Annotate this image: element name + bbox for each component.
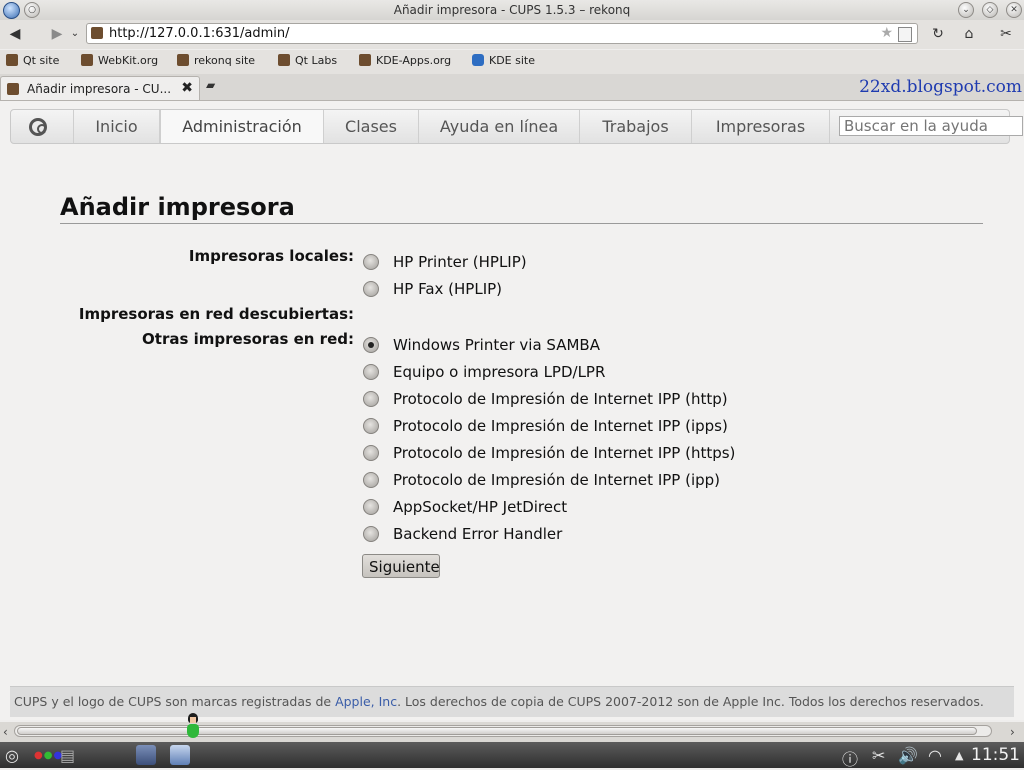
taskbar-window-icon[interactable] [136,745,156,765]
kde-icon [472,54,484,66]
help-search-input[interactable] [839,116,1023,136]
cups-logo-icon [29,118,47,136]
close-window-icon[interactable]: ✕ [1006,2,1022,18]
application-launcher-icon[interactable]: ◎ [5,746,19,765]
taskbar-rekonq-icon[interactable] [170,745,190,765]
bookmark-icon [177,54,189,66]
bookmarks-bar: Qt site WebKit.org rekonq site Qt Labs K… [0,50,1024,74]
nav-clases[interactable]: Clases [324,110,419,143]
footer-text: CUPS y el logo de CUPS son marcas regist… [14,694,984,709]
radio-button[interactable] [363,418,379,434]
url-text[interactable]: http://127.0.0.1:631/admin/ [109,26,290,41]
desktop-mascot-icon [186,713,200,741]
radio-button[interactable] [363,364,379,380]
page-title: Añadir impresora [60,193,295,221]
horizontal-scrollbar[interactable]: ‹ › [0,722,1024,742]
scroll-left-icon[interactable]: ‹ [3,725,8,739]
nav-inicio[interactable]: Inicio [74,110,160,143]
page-info-icon[interactable] [898,27,912,42]
activity-dots-icon[interactable]: ●●● [34,750,63,761]
bookmark-rekonq-site[interactable]: rekonq site [177,54,255,67]
label-local-printers: Impresoras locales: [188,247,354,265]
taskbar: ◎ ●●● ▤ ⓘ ✂ 🔊 ◠ ▲ 11:51 [0,742,1024,770]
tools-menu-icon[interactable]: ✂ [994,25,1018,43]
forward-arrow-icon[interactable]: ▶ [48,25,66,43]
cups-logo-link[interactable] [11,110,74,143]
radio-button[interactable] [363,281,379,297]
volume-icon[interactable]: 🔊 [898,746,918,765]
web-page-content: Inicio Administración Clases Ayuda en lí… [0,101,1024,720]
nav-ayuda-en-linea[interactable]: Ayuda en línea [419,110,580,143]
radio-button[interactable] [363,526,379,542]
radio-button[interactable] [363,445,379,461]
cups-navigation-bar: Inicio Administración Clases Ayuda en lí… [10,109,1023,144]
radio-button[interactable] [363,472,379,488]
taskbar-clock[interactable]: 11:51 [971,745,1020,765]
desktop-pager-icon[interactable]: ▤ [60,746,75,765]
blog-watermark: 22xd.blogspot.com [859,77,1022,97]
label-discovered-printers: Impresoras en red descubiertas: [78,305,354,323]
new-tab-icon[interactable]: ▰ [206,78,215,92]
site-favicon-icon [91,27,103,39]
url-bar[interactable]: http://127.0.0.1:631/admin/ ★ [86,23,918,44]
bookmark-icon [6,54,18,66]
tab-add-printer[interactable]: Añadir impresora - CU... ✖ [0,76,200,100]
label-other-network-printers: Otras impresoras en red: [142,330,354,348]
radio-button[interactable] [363,391,379,407]
tab-favicon-icon [7,83,19,95]
tab-label: Añadir impresora - CU... [27,82,172,96]
window-titlebar: ○ Añadir impresora - CUPS 1.5.3 – rekonq… [0,0,1024,21]
scroll-track[interactable] [14,725,992,737]
back-arrow-icon[interactable]: ◀ [6,25,24,43]
reload-icon[interactable]: ↻ [928,25,948,43]
bookmark-star-icon[interactable]: ★ [880,25,893,41]
close-tab-icon[interactable]: ✖ [181,80,193,96]
clipboard-scissors-icon[interactable]: ✂ [872,746,885,765]
window-title: Añadir impresora - CUPS 1.5.3 – rekonq [393,3,631,17]
history-dropdown-icon[interactable]: ⌄ [68,25,82,43]
scroll-right-icon[interactable]: › [1010,725,1015,739]
home-icon[interactable]: ⌂ [958,25,980,43]
bookmark-icon [81,54,93,66]
info-icon[interactable]: ⓘ [842,746,858,770]
wifi-icon[interactable]: ◠ [928,746,942,765]
minimize-icon[interactable]: ⌄ [958,2,974,18]
bookmark-qt-site[interactable]: Qt site [6,54,59,67]
nav-trabajos[interactable]: Trabajos [580,110,692,143]
scroll-thumb[interactable] [17,727,977,735]
radio-button[interactable] [363,254,379,270]
radio-button[interactable] [363,499,379,515]
bookmark-webkit[interactable]: WebKit.org [81,54,158,67]
bookmark-icon [359,54,371,66]
bookmark-kde-site[interactable]: KDE site [472,54,535,67]
nav-impresoras[interactable]: Impresoras [692,110,830,143]
radio-button-selected[interactable] [363,337,379,353]
tray-expand-icon[interactable]: ▲ [955,749,963,762]
siguiente-button[interactable]: Siguiente [362,554,440,578]
apple-link[interactable]: Apple, Inc [335,694,397,709]
cups-footer: CUPS y el logo de CUPS son marcas regist… [10,686,1014,717]
bookmark-icon [278,54,290,66]
bookmark-kde-apps[interactable]: KDE-Apps.org [359,54,451,67]
nav-administracion[interactable]: Administración [160,110,324,143]
bookmark-qt-labs[interactable]: Qt Labs [278,54,337,67]
maximize-icon[interactable]: ◇ [982,2,998,18]
title-divider [60,223,983,224]
